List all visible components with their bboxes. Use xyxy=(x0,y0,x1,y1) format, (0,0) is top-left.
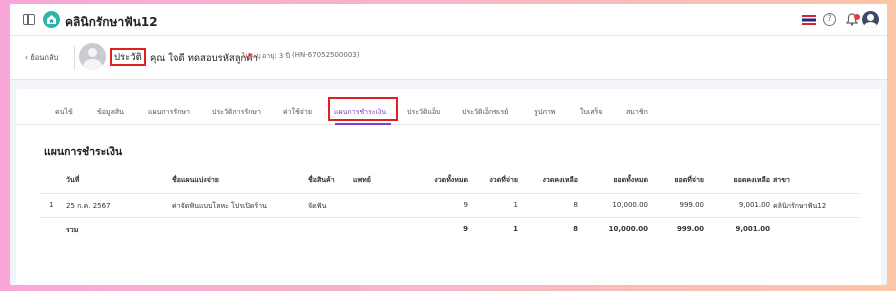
header-doctor: แพทย์ xyxy=(353,176,371,184)
tab-patient[interactable]: คนไข้ xyxy=(55,107,73,118)
back-button[interactable]: ‹ ย้อนกลับ xyxy=(25,52,58,64)
patient-header: ‹ ย้อนกลับ ประวัติ คุณ ใจดี ทดสอบรหัสลูก… xyxy=(10,36,887,80)
tab-treatment-history[interactable]: ประวัติการรักษา xyxy=(212,107,261,118)
cell-paid-installments: 1 xyxy=(513,201,518,209)
back-label: ย้อนกลับ xyxy=(30,53,59,62)
user-avatar-icon[interactable] xyxy=(862,11,879,28)
cell-remaining-installments: 8 xyxy=(573,201,578,209)
tab-images[interactable]: รูปภาพ xyxy=(534,107,555,118)
header-paid-installments: งวดที่จ่าย xyxy=(489,176,518,184)
summary-label: รวม xyxy=(66,226,79,234)
cell-index: 1 xyxy=(49,201,54,209)
cell-plan-name: ค่าจัดฟันแบบโลหะ โปรเปิดร้าน xyxy=(172,202,267,210)
summary-remaining-installments: 8 xyxy=(573,225,578,233)
table-divider xyxy=(40,193,860,194)
header-branch: สาขา xyxy=(773,176,790,184)
patient-tag: ไม่ระบุ xyxy=(242,52,261,60)
history-button[interactable]: ประวัติ xyxy=(110,48,146,66)
header-date: วันที่ xyxy=(66,176,80,184)
header-product-name: ชื่อสินค้า xyxy=(308,176,335,184)
divider xyxy=(74,46,75,70)
cell-branch: คลินิกรักษาฟัน12 xyxy=(773,202,827,210)
active-tab-underline xyxy=(335,123,391,125)
summary-total-amount: 10,000.00 xyxy=(608,225,648,233)
cell-total-amount: 10,000.00 xyxy=(612,201,648,209)
tab-app-history[interactable]: ประวัติแอ็บ xyxy=(407,107,441,118)
header-remaining-installments: งวดคงเหลือ xyxy=(542,176,579,184)
notification-dot xyxy=(854,14,860,20)
tab-expenses[interactable]: ค่าใช้จ่าย xyxy=(283,107,312,118)
table-divider xyxy=(40,217,860,218)
section-title: แผนการชำระเงิน xyxy=(44,146,123,158)
summary-total-installments: 9 xyxy=(463,225,468,233)
header-plan-name: ชื่อแผนแบ่งจ่าย xyxy=(172,176,219,184)
header-remaining-amount: ยอดคงเหลือ xyxy=(733,176,770,184)
help-icon[interactable]: ? xyxy=(823,13,836,26)
header-total-amount: ยอดทั้งหมด xyxy=(613,176,648,184)
tooth-logo-icon xyxy=(43,11,60,28)
content-card: คนไข้ ข้อมูลสิน แผนการรักษา ประวัติการรั… xyxy=(16,89,881,285)
tab-members[interactable]: สมาชิก xyxy=(626,107,648,118)
cell-remaining-amount: 9,001.00 xyxy=(738,201,770,209)
tab-xray-history[interactable]: ประวัติเอ็กซเรย์ xyxy=(462,107,508,118)
tab-product-info[interactable]: ข้อมูลสิน xyxy=(97,107,124,118)
app-window: คลินิกรักษาฟัน12 ? ‹ ย้อนกลับ ประวัติ คุ… xyxy=(10,4,887,285)
tab-treatment-plan[interactable]: แผนการรักษา xyxy=(148,107,190,118)
thai-flag-icon[interactable] xyxy=(802,15,816,25)
cell-date: 25 ก.ค. 2567 xyxy=(66,202,111,210)
header-total-installments: งวดทั้งหมด xyxy=(434,176,468,184)
tab-highlight-box xyxy=(328,97,398,121)
summary-paid-amount: 999.00 xyxy=(676,225,704,233)
patient-avatar xyxy=(79,43,106,70)
cell-product-name: จัดฟัน xyxy=(308,202,327,210)
cell-total-installments: 9 xyxy=(463,201,468,209)
summary-paid-installments: 1 xyxy=(513,225,518,233)
patient-age: อายุ: 3 ปี xyxy=(262,52,290,60)
header-paid-amount: ยอดที่จ่าย xyxy=(674,176,704,184)
patient-hn: (HN-67052500003) xyxy=(292,51,360,59)
cell-paid-amount: 999.00 xyxy=(679,201,705,209)
sidebar-toggle-icon[interactable] xyxy=(23,14,35,25)
top-bar: คลินิกรักษาฟัน12 ? xyxy=(10,4,887,36)
app-title: คลินิกรักษาฟัน12 xyxy=(65,15,158,29)
tab-bar: คนไข้ ข้อมูลสิน แผนการรักษา ประวัติการรั… xyxy=(16,89,881,125)
summary-remaining-amount: 9,001.00 xyxy=(735,225,770,233)
tab-receipts[interactable]: ใบเสร็จ xyxy=(580,107,602,118)
